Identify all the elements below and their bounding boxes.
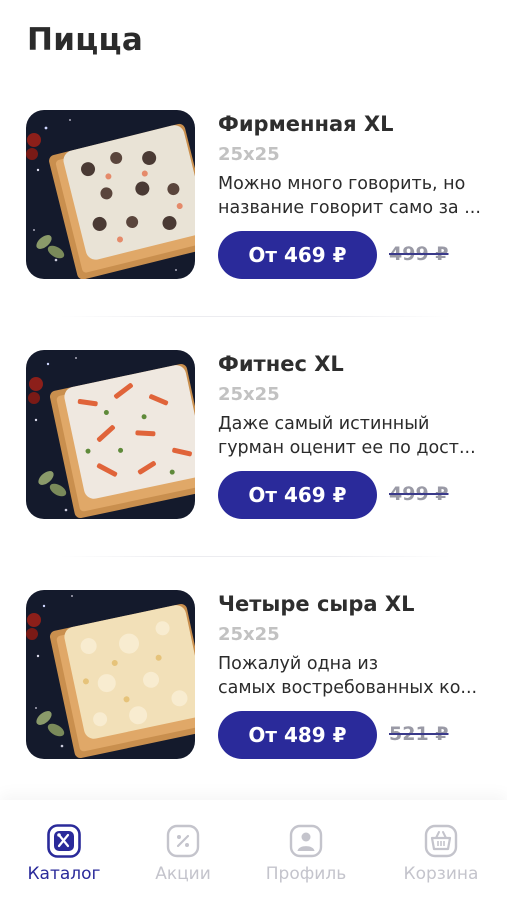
product-name: Фитнес XL	[218, 352, 344, 376]
old-price: 521 ₽	[389, 723, 449, 745]
tab-label: Каталог	[27, 864, 101, 884]
old-price: 499 ₽	[389, 483, 449, 505]
product-description: Пожалуй одна из самых востребованных ко.…	[218, 652, 488, 700]
pizza-catalog-screen: Пицца Фирменная XL 25x25 Можно много гов…	[0, 0, 507, 900]
product-image[interactable]	[26, 590, 195, 759]
bottom-tab-bar: Каталог Акции Профиль Корзина	[0, 800, 507, 900]
divider	[60, 316, 450, 317]
tab-cart[interactable]: Корзина	[386, 824, 496, 888]
product-size: 25x25	[218, 144, 280, 165]
tab-promotions[interactable]: Акции	[128, 824, 238, 888]
product-description: Даже самый истинный гурман оценит ее по …	[218, 412, 488, 460]
product-description-line: самых востребованных ко...	[218, 678, 478, 698]
price-button[interactable]: От 469 ₽	[218, 231, 377, 279]
product-size: 25x25	[218, 384, 280, 405]
product-description: Можно много говорить, но название говори…	[218, 172, 488, 220]
product-name: Фирменная XL	[218, 112, 394, 136]
price-button[interactable]: От 469 ₽	[218, 471, 377, 519]
product-description-line: гурман оценит ее по дост...	[218, 438, 476, 458]
product-card[interactable]: Фитнес XL 25x25 Даже самый истинный гурм…	[0, 350, 507, 525]
product-name: Четыре сыра XL	[218, 592, 415, 616]
product-image[interactable]	[26, 110, 195, 279]
product-card[interactable]: Четыре сыра XL 25x25 Пожалуй одна из сам…	[0, 590, 507, 765]
old-price: 499 ₽	[389, 243, 449, 265]
percent-tag-icon	[166, 824, 200, 858]
product-description-line: Можно много говорить, но	[218, 174, 466, 194]
product-description-line: Пожалуй одна из	[218, 654, 379, 674]
divider	[60, 556, 450, 557]
product-size: 25x25	[218, 624, 280, 645]
basket-icon	[424, 824, 458, 858]
product-description-line: Даже самый истинный	[218, 414, 430, 434]
tab-profile[interactable]: Профиль	[251, 824, 361, 888]
price-button[interactable]: От 489 ₽	[218, 711, 377, 759]
product-image[interactable]	[26, 350, 195, 519]
tab-catalog[interactable]: Каталог	[9, 824, 119, 888]
fork-knife-icon	[47, 824, 81, 858]
user-icon	[289, 824, 323, 858]
tab-label: Профиль	[265, 864, 347, 884]
product-description-line: название говорит само за ...	[218, 198, 481, 218]
product-card[interactable]: Фирменная XL 25x25 Можно много говорить,…	[0, 110, 507, 285]
tab-label: Корзина	[403, 864, 479, 884]
tab-label: Акции	[155, 864, 211, 884]
page-title: Пицца	[27, 22, 144, 58]
